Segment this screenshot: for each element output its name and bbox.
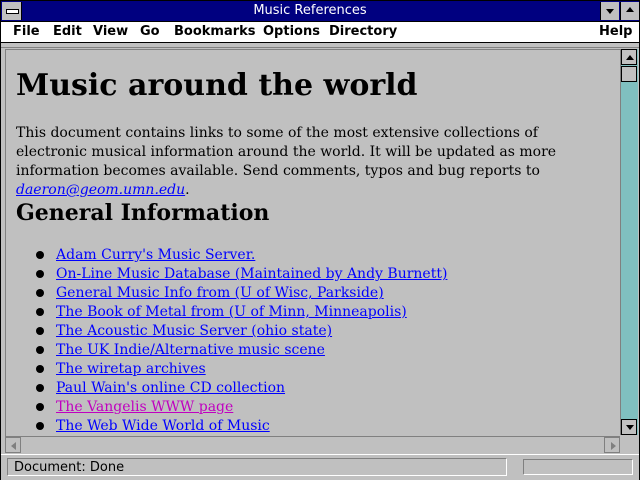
minimize-icon[interactable] — [600, 2, 619, 20]
link-web-wide-world[interactable]: The Web Wide World of Music — [56, 418, 270, 434]
link-list: Adam Curry's Music Server. On-Line Music… — [26, 246, 447, 436]
status-text: Document: Done — [7, 458, 507, 476]
document-view: Music around the world This document con… — [5, 49, 620, 436]
intro-paragraph: This document contains links to some of … — [16, 124, 606, 200]
menu-view[interactable]: View — [93, 24, 128, 40]
list-item: Paul Wain's online CD collection — [26, 379, 447, 398]
status-bar: Document: Done — [1, 454, 639, 480]
toolbar-separator — [1, 43, 639, 48]
link-book-of-metal[interactable]: The Book of Metal from (U of Minn, Minne… — [56, 304, 407, 320]
menu-go[interactable]: Go — [140, 24, 160, 40]
email-link[interactable]: daeron@geom.umn.edu — [16, 182, 185, 198]
list-item: Adam Curry's Music Server. — [26, 246, 447, 265]
scroll-left-button[interactable] — [5, 437, 21, 453]
system-menu-icon[interactable] — [2, 2, 22, 20]
scroll-up-button[interactable] — [621, 49, 637, 65]
link-online-music-database[interactable]: On-Line Music Database (Maintained by An… — [56, 266, 447, 282]
bullet-icon — [36, 346, 44, 354]
menu-directory[interactable]: Directory — [329, 24, 397, 40]
link-general-music-info[interactable]: General Music Info from (U of Wisc, Park… — [56, 285, 384, 301]
scroll-right-button[interactable] — [604, 437, 620, 453]
list-item: The UK Indie/Alternative music scene — [26, 341, 447, 360]
browser-window: Music References File Edit View Go Bookm… — [0, 0, 640, 480]
page-title: Music around the world — [16, 68, 418, 103]
link-acoustic-music-server[interactable]: The Acoustic Music Server (ohio state) — [56, 323, 332, 339]
intro-end: . — [185, 182, 190, 198]
list-item: The Acoustic Music Server (ohio state) — [26, 322, 447, 341]
scroll-thumb[interactable] — [621, 66, 637, 82]
bullet-icon — [36, 403, 44, 411]
arrow-left-icon — [11, 442, 16, 450]
scroll-down-button[interactable] — [621, 419, 637, 435]
list-item: The Web Wide World of Music — [26, 417, 447, 436]
menu-help[interactable]: Help — [599, 24, 632, 40]
bullet-icon — [36, 251, 44, 259]
menu-bar: File Edit View Go Bookmarks Options Dire… — [1, 22, 639, 43]
vertical-scrollbar[interactable] — [620, 49, 638, 435]
bullet-icon — [36, 270, 44, 278]
link-wiretap-archives[interactable]: The wiretap archives — [56, 361, 206, 377]
horizontal-scrollbar[interactable] — [5, 436, 620, 453]
list-item: On-Line Music Database (Maintained by An… — [26, 265, 447, 284]
title-bar: Music References — [1, 1, 639, 22]
arrow-up-icon — [626, 55, 634, 60]
list-item: The Vangelis WWW page — [26, 398, 447, 417]
section-heading: General Information — [16, 200, 270, 226]
intro-text: This document contains links to some of … — [16, 125, 557, 179]
link-paul-wain-cd[interactable]: Paul Wain's online CD collection — [56, 380, 285, 396]
window-title: Music References — [253, 3, 367, 18]
menu-bookmarks[interactable]: Bookmarks — [174, 24, 256, 40]
link-vangelis[interactable]: The Vangelis WWW page — [56, 399, 233, 415]
maximize-icon[interactable] — [620, 2, 639, 20]
bullet-icon — [36, 327, 44, 335]
arrow-down-icon — [626, 425, 634, 430]
menu-file[interactable]: File — [13, 24, 40, 40]
bullet-icon — [36, 384, 44, 392]
bullet-icon — [36, 365, 44, 373]
progress-indicator — [523, 459, 633, 475]
bullet-icon — [36, 289, 44, 297]
bullet-icon — [36, 422, 44, 430]
list-item: General Music Info from (U of Wisc, Park… — [26, 284, 447, 303]
list-item: The wiretap archives — [26, 360, 447, 379]
list-item: The Book of Metal from (U of Minn, Minne… — [26, 303, 447, 322]
menu-edit[interactable]: Edit — [53, 24, 82, 40]
link-adam-curry[interactable]: Adam Curry's Music Server. — [56, 247, 255, 263]
arrow-right-icon — [611, 442, 616, 450]
bullet-icon — [36, 308, 44, 316]
link-uk-indie[interactable]: The UK Indie/Alternative music scene — [56, 342, 325, 358]
menu-options[interactable]: Options — [263, 24, 320, 40]
